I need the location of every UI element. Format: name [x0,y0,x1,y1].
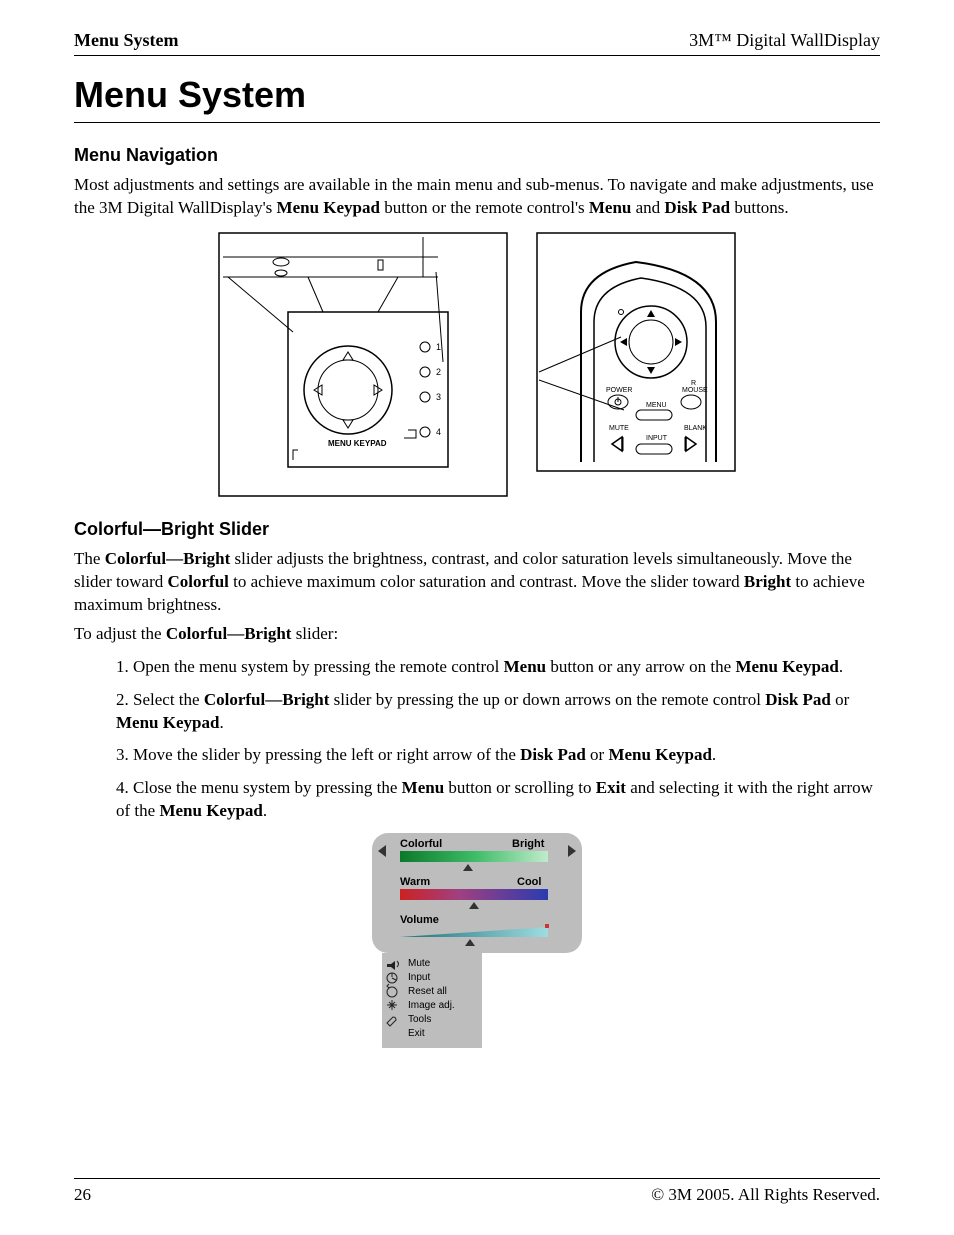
text: and [631,198,664,217]
text: slider: [291,624,338,643]
keypad-num-2: 2 [436,367,441,377]
figure-row: 1 2 3 4 MENU KEYPAD P [74,232,880,497]
text: or [586,745,609,764]
text: . [839,657,843,676]
osd-colorful-label: Colorful [400,838,442,850]
page-number: 26 [74,1185,91,1205]
text: The [74,549,105,568]
nav-paragraph: Most adjustments and settings are availa… [74,174,880,220]
text-bold: Colorful—Bright [204,690,330,709]
step-number: 1. [116,657,129,676]
keypad-label: MENU KEYPAD [328,439,387,448]
text: . [712,745,716,764]
keypad-num-4: 4 [436,427,441,437]
text-bold: Menu [504,657,547,676]
step-number: 2. [116,690,129,709]
text-bold: Menu Keypad [608,745,711,764]
step-4: 4. Close the menu system by pressing the… [116,777,880,823]
text: button or the remote control's [380,198,589,217]
osd-item-tools: Tools [408,1014,431,1025]
remote-rmouse-label: MOUSE [682,387,708,394]
text-bold: Menu Keypad [277,198,380,217]
osd-bright-label: Bright [512,838,545,850]
text-bold: Colorful—Bright [166,624,292,643]
running-header: Menu System 3M™ Digital WallDisplay [74,30,880,56]
text-bold: Menu [589,198,632,217]
osd-warm-label: Warm [400,876,430,888]
osd-item-imageadj: Image adj. [408,1000,455,1011]
keypad-diagram: 1 2 3 4 MENU KEYPAD [218,232,508,497]
osd-menu-figure: Colorful Bright Warm Cool Volume Mute [74,833,880,1053]
page-title: Menu System [74,74,880,123]
remote-mute-label: MUTE [609,425,629,432]
document-page: Menu System 3M™ Digital WallDisplay Menu… [0,0,954,1235]
section-heading-slider: Colorful—Bright Slider [74,519,880,540]
keypad-num-3: 3 [436,392,441,402]
text: button or scrolling to [444,778,596,797]
osd-item-input: Input [408,972,430,983]
text-bold: Menu Keypad [735,657,838,676]
remote-blank-label: BLANK [684,425,707,432]
remote-rmouse-r: R [691,380,696,387]
text: or [831,690,849,709]
text: Select the [133,690,204,709]
remote-power-label: POWER [606,387,632,394]
text: To adjust the [74,624,166,643]
text-bold: Colorful [167,572,228,591]
text-bold: Exit [596,778,626,797]
text: buttons. [730,198,789,217]
text-bold: Disk Pad [664,198,730,217]
text: . [219,713,223,732]
remote-menu-label: MENU [646,402,667,409]
step-1: 1. Open the menu system by pressing the … [116,656,880,679]
header-left: Menu System [74,30,179,51]
header-right: 3M™ Digital WallDisplay [689,30,880,51]
text: to achieve maximum color saturation and … [229,572,744,591]
osd-volume-label: Volume [400,914,439,926]
text-bold: Disk Pad [520,745,586,764]
section-heading-nav: Menu Navigation [74,145,880,166]
text: Close the menu system by pressing the [133,778,402,797]
osd-cool-label: Cool [517,876,541,888]
text-bold: Menu [402,778,445,797]
slider-paragraph-2: To adjust the Colorful—Bright slider: [74,623,880,646]
step-number: 4. [116,778,129,797]
text: Move the slider by pressing the left or … [133,745,520,764]
steps-list: 1. Open the menu system by pressing the … [74,656,880,824]
remote-diagram: POWER R MOUSE MENU MUTE BLANK INPUT [536,232,736,472]
keypad-num-1: 1 [436,342,441,352]
slider-paragraph-1: The Colorful—Bright slider adjusts the b… [74,548,880,617]
page-footer: 26 © 3M 2005. All Rights Reserved. [74,1178,880,1205]
copyright: © 3M 2005. All Rights Reserved. [651,1185,880,1205]
text-bold: Menu Keypad [159,801,262,820]
text: Open the menu system by pressing the rem… [133,657,504,676]
text: slider by pressing the up or down arrows… [329,690,765,709]
text-bold: Disk Pad [765,690,831,709]
step-number: 3. [116,745,129,764]
osd-item-exit: Exit [408,1028,425,1039]
osd-item-reset: Reset all [408,986,447,997]
text-bold: Colorful—Bright [105,549,231,568]
remote-input-label: INPUT [646,435,668,442]
text-bold: Bright [744,572,791,591]
step-3: 3. Move the slider by pressing the left … [116,744,880,767]
osd-menu-svg: Colorful Bright Warm Cool Volume Mute [372,833,582,1053]
text-bold: Menu Keypad [116,713,219,732]
text: button or any arrow on the [546,657,735,676]
step-2: 2. Select the Colorful—Bright slider by … [116,689,880,735]
text: . [263,801,267,820]
osd-item-mute: Mute [408,958,431,969]
